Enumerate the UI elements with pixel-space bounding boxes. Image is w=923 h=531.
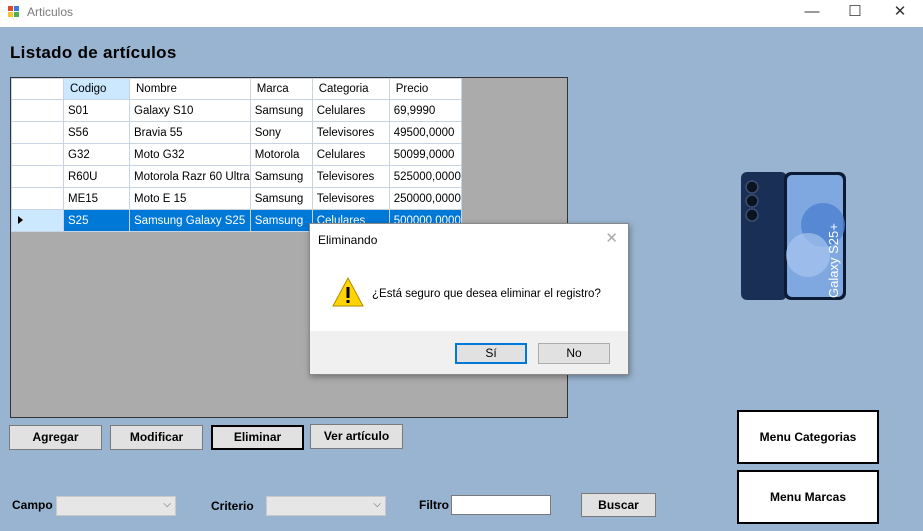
cell-nombre[interactable]: Bravia 55 xyxy=(129,121,251,144)
window-title: Articulos xyxy=(27,5,74,19)
row-header[interactable] xyxy=(11,209,64,232)
menu-categorias-button[interactable]: Menu Categorias xyxy=(737,410,879,464)
modificar-button[interactable]: Modificar xyxy=(110,425,203,450)
column-header-marca[interactable]: Marca xyxy=(249,78,313,100)
cell-codigo[interactable]: G32 xyxy=(63,143,130,166)
cell-categoria[interactable]: Televisores xyxy=(311,165,390,188)
row-header-corner xyxy=(11,78,64,100)
filtro-label: Filtro xyxy=(419,498,449,512)
chevron-down-icon: ⌵ xyxy=(373,499,381,510)
row-header[interactable] xyxy=(11,121,64,144)
page-title: Listado de artículos xyxy=(10,43,177,62)
current-row-icon xyxy=(18,215,23,224)
articles-table: Codigo Nombre Marca Categoria Precio S01… xyxy=(11,78,462,232)
product-brand-text: Galaxy S25+ xyxy=(826,223,841,298)
screen-wallpaper xyxy=(786,233,830,277)
cell-precio[interactable]: 69,9990 xyxy=(388,99,462,122)
agregar-button[interactable]: Agregar xyxy=(9,425,102,450)
cell-nombre[interactable]: Samsung Galaxy S25 xyxy=(129,209,251,232)
cell-marca[interactable]: Samsung xyxy=(249,165,313,188)
column-header-categoria[interactable]: Categoria xyxy=(311,78,390,100)
table-row[interactable]: S56 Bravia 55 Sony Televisores 49500,000… xyxy=(11,121,462,144)
dialog-title: Eliminando xyxy=(318,233,378,247)
cell-nombre[interactable]: Moto G32 xyxy=(129,143,251,166)
menu-marcas-button[interactable]: Menu Marcas xyxy=(737,470,879,524)
close-icon[interactable]: ✕ xyxy=(605,229,618,247)
table-row[interactable]: G32 Moto G32 Motorola Celulares 50099,00… xyxy=(11,143,462,166)
cell-codigo[interactable]: ME15 xyxy=(63,187,130,210)
cell-marca[interactable]: Samsung xyxy=(249,209,313,232)
filtro-input[interactable] xyxy=(451,495,551,515)
no-button[interactable]: No xyxy=(538,343,610,364)
cell-categoria[interactable]: Celulares xyxy=(311,143,390,166)
camera-lens-icon xyxy=(745,180,759,194)
row-header[interactable] xyxy=(11,187,64,210)
cell-nombre[interactable]: Moto E 15 xyxy=(129,187,251,210)
cell-marca[interactable]: Samsung xyxy=(249,187,313,210)
minimize-icon[interactable]: — xyxy=(791,0,833,27)
cell-codigo[interactable]: R60U xyxy=(63,165,130,188)
column-header-precio[interactable]: Precio xyxy=(388,78,462,100)
grid-header-row: Codigo Nombre Marca Categoria Precio xyxy=(11,78,462,100)
cell-precio[interactable]: 50099,0000 xyxy=(388,143,462,166)
buscar-button[interactable]: Buscar xyxy=(581,493,656,517)
cell-precio[interactable]: 525000,0000 xyxy=(388,165,462,188)
app-icon xyxy=(8,6,20,18)
confirm-dialog: Eliminando ✕ ¿Está seguro que desea elim… xyxy=(309,223,629,375)
cell-categoria[interactable]: Televisores xyxy=(311,121,390,144)
column-header-codigo[interactable]: Codigo xyxy=(63,78,130,100)
row-header[interactable] xyxy=(11,165,64,188)
cell-nombre[interactable]: Galaxy S10 xyxy=(129,99,251,122)
cell-marca[interactable]: Motorola xyxy=(249,143,313,166)
yes-button[interactable]: Sí xyxy=(455,343,527,364)
cell-categoria[interactable]: Televisores xyxy=(311,187,390,210)
cell-codigo[interactable]: S01 xyxy=(63,99,130,122)
cell-marca[interactable]: Samsung xyxy=(249,99,313,122)
cell-categoria[interactable]: Celulares xyxy=(311,99,390,122)
title-bar: Articulos — ☐ ✕ xyxy=(0,0,923,27)
table-row[interactable]: S01 Galaxy S10 Samsung Celulares 69,9990 xyxy=(11,99,462,122)
table-row[interactable]: ME15 Moto E 15 Samsung Televisores 25000… xyxy=(11,187,462,210)
campo-label: Campo xyxy=(12,498,53,512)
criterio-select[interactable]: ⌵ xyxy=(266,496,386,516)
eliminar-button[interactable]: Eliminar xyxy=(211,425,304,450)
dialog-message: ¿Está seguro que desea eliminar el regis… xyxy=(372,288,601,300)
close-icon[interactable]: ✕ xyxy=(879,0,921,27)
dialog-footer: Sí No xyxy=(310,331,628,374)
cell-nombre[interactable]: Motorola Razr 60 Ultra xyxy=(129,165,251,188)
chevron-down-icon: ⌵ xyxy=(163,499,171,510)
ver-articulo-button[interactable]: Ver artículo xyxy=(310,424,403,449)
cell-codigo[interactable]: S56 xyxy=(63,121,130,144)
campo-select[interactable]: ⌵ xyxy=(56,496,176,516)
cell-precio[interactable]: 250000,0000 xyxy=(388,187,462,210)
cell-precio[interactable]: 49500,0000 xyxy=(388,121,462,144)
maximize-icon[interactable]: ☐ xyxy=(834,0,876,27)
warning-icon xyxy=(332,276,364,307)
column-header-nombre[interactable]: Nombre xyxy=(129,78,251,100)
row-header[interactable] xyxy=(11,143,64,166)
camera-lens-icon xyxy=(745,208,759,222)
product-image: Galaxy S25+ xyxy=(741,172,846,300)
table-row[interactable]: R60U Motorola Razr 60 Ultra Samsung Tele… xyxy=(11,165,462,188)
camera-lens-icon xyxy=(745,194,759,208)
cell-marca[interactable]: Sony xyxy=(249,121,313,144)
criterio-label: Criterio xyxy=(211,499,254,513)
cell-codigo[interactable]: S25 xyxy=(63,209,130,232)
row-header[interactable] xyxy=(11,99,64,122)
